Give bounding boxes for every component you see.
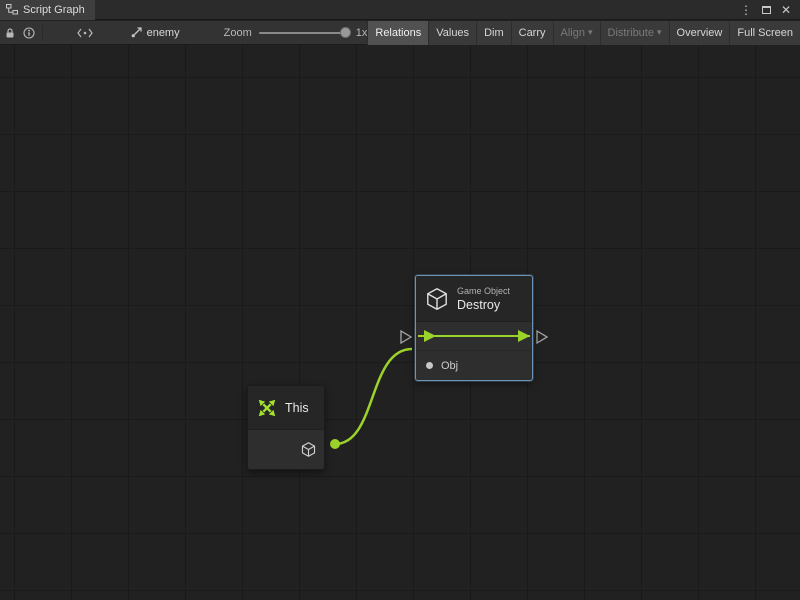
tab-title: Script Graph xyxy=(23,4,85,16)
maximize-icon[interactable] xyxy=(758,2,774,18)
this-node-output-row[interactable] xyxy=(248,430,324,469)
close-icon[interactable]: ✕ xyxy=(778,2,794,18)
relations-button[interactable]: Relations xyxy=(367,21,428,45)
destroy-obj-port-row[interactable]: Obj xyxy=(416,350,532,380)
script-graph-window: Script Graph ⋮ ✕ xyxy=(0,0,800,600)
zoom-slider-knob[interactable] xyxy=(340,27,351,38)
kebab-menu-icon[interactable]: ⋮ xyxy=(738,2,754,18)
graph-asset-icon xyxy=(131,27,142,38)
zoom-value: 1x xyxy=(356,27,368,39)
graph-window-icon xyxy=(6,4,18,15)
wire-layer xyxy=(0,45,800,600)
graph-canvas[interactable]: Game Object Destroy Obj xyxy=(0,45,800,600)
tab-script-graph[interactable]: Script Graph xyxy=(0,0,95,20)
node-this[interactable]: This xyxy=(247,385,325,470)
obj-port-label: Obj xyxy=(441,360,458,372)
info-icon[interactable] xyxy=(19,21,38,45)
destroy-node-subtitle: Game Object xyxy=(457,286,510,296)
values-label: Values xyxy=(436,27,469,39)
this-output-port[interactable] xyxy=(330,439,340,449)
align-label: Align xyxy=(561,27,585,39)
fullscreen-button[interactable]: Full Screen xyxy=(729,21,800,45)
cube-icon xyxy=(424,286,450,312)
destroy-flow-input-port[interactable] xyxy=(401,331,411,343)
flow-through-icon xyxy=(416,322,532,350)
this-node-title: This xyxy=(285,401,309,415)
graph-toolbar: enemy Zoom 1x Relations Values Dim Carry xyxy=(0,21,800,45)
overview-label: Overview xyxy=(677,27,723,39)
dim-button[interactable]: Dim xyxy=(476,21,511,45)
node-destroy[interactable]: Game Object Destroy Obj xyxy=(415,275,533,381)
carry-button[interactable]: Carry xyxy=(511,21,553,45)
destroy-node-header[interactable]: Game Object Destroy xyxy=(416,276,532,322)
window-controls: ⋮ ✕ xyxy=(738,2,800,18)
chevron-down-icon: ▾ xyxy=(588,27,593,38)
maximize-box xyxy=(762,6,771,14)
obj-port-dot[interactable] xyxy=(426,362,433,369)
destroy-flow-output-port[interactable] xyxy=(537,331,547,343)
graph-name-label: enemy xyxy=(147,27,180,39)
zoom-label: Zoom xyxy=(224,27,252,39)
this-arrows-icon xyxy=(256,397,278,419)
align-button: Align ▾ xyxy=(553,21,600,45)
carry-label: Carry xyxy=(519,27,546,39)
lock-icon[interactable] xyxy=(0,21,19,45)
cube-icon xyxy=(300,441,317,458)
chevron-down-icon: ▾ xyxy=(657,27,662,38)
distribute-label: Distribute xyxy=(608,27,654,39)
toolbar-separator xyxy=(42,25,43,41)
zoom-control: Zoom 1x xyxy=(224,27,368,39)
zoom-slider[interactable] xyxy=(259,32,349,34)
graph-breadcrumb-enemy[interactable]: enemy xyxy=(131,27,180,39)
fullscreen-label: Full Screen xyxy=(737,27,793,39)
destroy-node-title: Destroy xyxy=(457,298,510,312)
destroy-flow-row xyxy=(416,322,532,350)
window-titlebar: Script Graph ⋮ ✕ xyxy=(0,0,800,20)
relations-label: Relations xyxy=(375,27,421,39)
wire-this-to-destroy[interactable] xyxy=(335,349,412,444)
this-node-header[interactable]: This xyxy=(248,386,324,430)
overview-button[interactable]: Overview xyxy=(669,21,730,45)
code-view-icon[interactable] xyxy=(75,21,94,45)
distribute-button: Distribute ▾ xyxy=(600,21,669,45)
values-button[interactable]: Values xyxy=(428,21,476,45)
toolbar-buttons: Relations Values Dim Carry Align ▾ Distr… xyxy=(367,21,800,45)
dim-label: Dim xyxy=(484,27,504,39)
destroy-node-titles: Game Object Destroy xyxy=(457,286,510,312)
